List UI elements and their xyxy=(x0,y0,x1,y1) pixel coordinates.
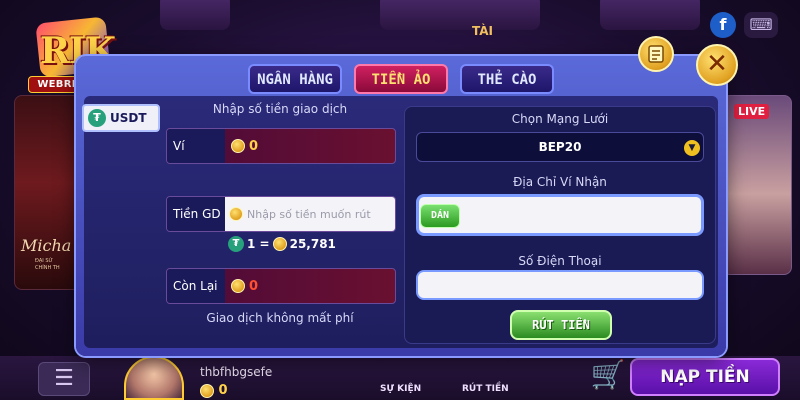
background-game-tile xyxy=(600,0,700,30)
dropdown-arrow-icon[interactable]: ▼ xyxy=(684,140,700,156)
close-icon: ✕ xyxy=(706,49,728,79)
rate-value: 25,781 xyxy=(289,237,336,251)
background-game-tile xyxy=(380,0,540,30)
paste-button[interactable]: DÁN xyxy=(420,204,460,228)
user-balance-value: 0 xyxy=(218,383,228,398)
exchange-rate: ₮ 1 = 25,781 xyxy=(228,236,336,252)
background-game-card-left: Micha ĐẠI SỨ CHÍNH TH xyxy=(14,95,84,290)
gamepad-icon[interactable]: ⌨ xyxy=(744,12,778,38)
close-button[interactable]: ✕ xyxy=(696,44,738,86)
tab-bank[interactable]: NGÂN HÀNG xyxy=(248,64,342,94)
withdraw-submit-button[interactable]: RÚT TIỀN xyxy=(510,310,612,340)
ambassador-name: Micha xyxy=(21,236,72,255)
amount-input-area xyxy=(225,197,395,231)
tab-card[interactable]: THẺ CÀO xyxy=(460,64,554,94)
events-button[interactable]: SỰ KIỆN xyxy=(380,384,421,394)
coin-icon xyxy=(200,383,214,398)
menu-icon: ☰ xyxy=(54,366,74,391)
phone-label: Số Điện Thoại xyxy=(518,254,602,268)
facebook-icon[interactable]: f xyxy=(710,12,736,38)
coin-icon xyxy=(229,207,243,221)
remaining-value: 0 xyxy=(249,278,259,294)
currency-label: USDT xyxy=(110,111,147,125)
tether-icon: ₮ xyxy=(228,236,244,252)
deposit-button[interactable]: NẠP TIỀN xyxy=(630,358,780,396)
tether-icon: ₮ xyxy=(88,109,106,127)
coin-icon xyxy=(231,279,245,293)
amount-input[interactable] xyxy=(247,207,395,221)
background-live-card xyxy=(722,95,792,275)
remaining-row: Còn Lại 0 xyxy=(166,268,396,304)
wallet-row: Ví 0 xyxy=(166,128,396,164)
amount-row: Tiền GD xyxy=(166,196,396,232)
phone-field[interactable] xyxy=(416,270,704,300)
wallet-label: Ví xyxy=(167,129,225,163)
menu-button[interactable]: ☰ xyxy=(38,362,90,396)
cart-icon[interactable]: 🛒 xyxy=(588,358,628,396)
background-game-label: TÀI xyxy=(472,24,494,38)
history-button[interactable] xyxy=(638,36,674,72)
address-label: Địa Chỉ Ví Nhận xyxy=(513,175,607,189)
remaining-label: Còn Lại xyxy=(167,269,225,303)
amount-label: Tiền GD xyxy=(167,197,225,231)
withdraw-nav-button[interactable]: RÚT TIỀN xyxy=(462,384,509,394)
network-select[interactable]: BEP20 xyxy=(416,132,704,162)
tab-crypto[interactable]: TIỀN ẢO xyxy=(354,64,448,94)
rate-prefix: 1 = xyxy=(247,237,270,251)
username: thbfhbgsefe xyxy=(200,365,273,379)
usdt-currency-button[interactable]: ₮ USDT xyxy=(82,104,160,132)
coin-icon xyxy=(231,139,245,153)
live-badge: LIVE xyxy=(734,104,770,119)
network-label: Chọn Mạng Lưới xyxy=(511,112,609,126)
history-icon xyxy=(648,45,664,63)
background-game-tile xyxy=(160,0,230,30)
coin-icon xyxy=(272,237,287,251)
fee-note: Giao dịch không mất phí xyxy=(206,311,354,325)
ambassador-title: ĐẠI SỨ xyxy=(35,258,53,264)
wallet-value: 0 xyxy=(249,138,259,154)
amount-section-title: Nhập số tiền giao dịch xyxy=(212,102,348,116)
user-balance: 0 xyxy=(200,383,228,398)
ambassador-subtitle: CHÍNH TH xyxy=(35,265,60,271)
